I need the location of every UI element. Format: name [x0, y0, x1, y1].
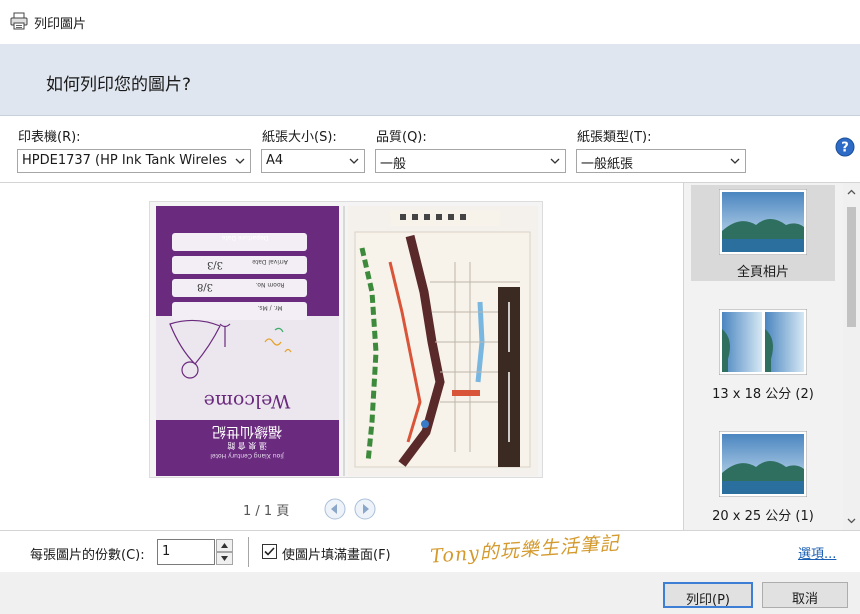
full-page-thumbnail: [719, 189, 807, 255]
layout-option-13x18[interactable]: 13 x 18 公分 (2): [691, 305, 835, 402]
chevron-down-icon: [349, 158, 359, 164]
paper-size-select[interactable]: A4: [261, 149, 365, 173]
chevron-down-icon: [730, 158, 740, 164]
paper-size-label: 紙張大小(S):: [262, 130, 337, 145]
spin-up-icon: [221, 543, 228, 548]
photo-preview: Departure Date Arrival Date Room No. Mr.…: [149, 201, 543, 478]
chevron-down-icon: [550, 158, 560, 164]
13x18-thumbnail: [719, 309, 807, 375]
spin-down-icon: [221, 556, 228, 561]
options-link[interactable]: 選項...: [798, 543, 836, 562]
layout-label: 20 x 25 公分 (1): [712, 509, 814, 524]
printer-select[interactable]: HPDE1737 (HP Ink Tank Wireles: [17, 149, 251, 173]
next-page-button[interactable]: [354, 498, 376, 520]
printer-label: 印表機(R):: [18, 130, 81, 145]
title-bar: 列印圖片: [0, 0, 860, 44]
hotel-name-chinese: 福緣仙世紀: [212, 423, 282, 439]
quality-select[interactable]: 一般: [375, 149, 566, 173]
departure-date-label: Departure Date: [221, 234, 268, 241]
copies-input[interactable]: 1: [157, 539, 215, 565]
copies-value: 1: [162, 544, 171, 559]
guest-name-label: Mr. / Ms.: [257, 304, 282, 311]
fit-picture-checkbox[interactable]: [262, 544, 277, 559]
print-button-label: 列印(P): [686, 593, 730, 608]
window-title: 列印圖片: [34, 17, 87, 32]
copies-increment-button[interactable]: [216, 539, 233, 552]
printer-value: HPDE1737 (HP Ink Tank Wireles: [22, 153, 227, 168]
welcome-text: Welcome: [204, 390, 291, 412]
fit-picture-label: 使圖片填滿畫面(F): [282, 548, 391, 563]
layout-scrollbar[interactable]: [843, 183, 860, 530]
room-number-value: 3/3: [207, 259, 223, 270]
photo-preview-image: Departure Date Arrival Date Room No. Mr.…: [156, 206, 538, 476]
printer-icon: [10, 12, 28, 30]
button-bar: 列印(P) 取消: [0, 572, 860, 614]
options-row: 每張圖片的份數(C): 1 使圖片填滿畫面(F) Tony的玩樂生活筆記 選項.…: [0, 530, 860, 572]
layout-option-20x25[interactable]: 20 x 25 公分 (1): [691, 427, 835, 524]
chevron-down-icon: [235, 158, 245, 164]
copies-decrement-button[interactable]: [216, 552, 233, 565]
print-settings-bar: 印表機(R): HPDE1737 (HP Ink Tank Wireles 紙張…: [0, 117, 860, 183]
divider: [248, 537, 249, 567]
paper-type-value: 一般紙張: [581, 157, 634, 172]
hotel-name-english: Jiou Xiang Century Hotel: [210, 452, 285, 459]
page-indicator: 1 / 1 頁: [243, 504, 290, 519]
scroll-down-icon[interactable]: [846, 515, 857, 526]
watermark-text: Tony的玩樂生活筆記: [429, 532, 621, 568]
cancel-button[interactable]: 取消: [762, 582, 848, 608]
layout-label: 全頁相片: [736, 265, 789, 280]
copies-label: 每張圖片的份數(C):: [30, 548, 145, 563]
hotel-tagline: 溫 泉 會 館: [227, 441, 267, 451]
svg-text:?: ?: [841, 141, 849, 156]
scrollbar-thumb[interactable]: [847, 207, 856, 327]
preview-pane: Departure Date Arrival Date Room No. Mr.…: [0, 183, 683, 530]
header-banner: 如何列印您的圖片?: [0, 44, 860, 116]
room-no-label: Room No.: [255, 281, 284, 288]
paper-size-value: A4: [266, 153, 284, 168]
layout-option-full-page[interactable]: 全頁相片: [691, 185, 835, 281]
20x25-thumbnail: [719, 431, 807, 497]
paper-type-label: 紙張類型(T):: [577, 130, 652, 145]
help-icon[interactable]: ?: [835, 137, 855, 157]
previous-page-button[interactable]: [324, 498, 346, 520]
checkmark-icon: [264, 547, 275, 556]
layout-label: 13 x 18 公分 (2): [712, 387, 814, 402]
print-button[interactable]: 列印(P): [663, 582, 753, 608]
page-heading: 如何列印您的圖片?: [46, 75, 192, 95]
cancel-button-label: 取消: [791, 592, 818, 607]
arrival-date-label: Arrival Date: [252, 258, 288, 265]
quality-label: 品質(Q):: [376, 130, 427, 145]
paper-type-select[interactable]: 一般紙張: [576, 149, 746, 173]
arrival-date-value: 3/8: [197, 281, 213, 292]
scroll-up-icon[interactable]: [846, 187, 857, 198]
quality-value: 一般: [380, 157, 407, 172]
layout-list: 全頁相片 13 x 18 公分 (2) 20 x 25 公分 (1): [683, 183, 860, 530]
